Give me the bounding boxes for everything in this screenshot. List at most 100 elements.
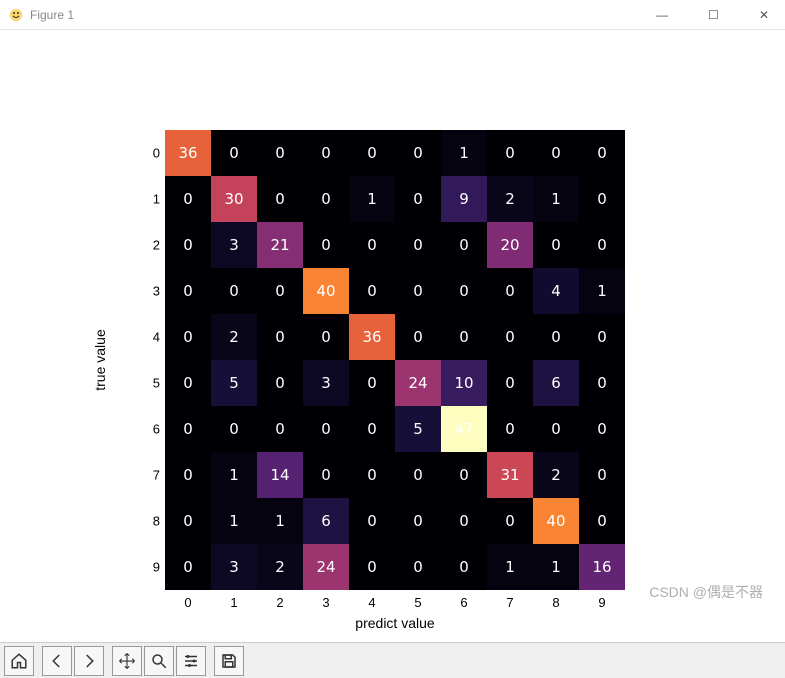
y-tick-label: 5: [140, 376, 160, 391]
heatmap-cell: 0: [533, 406, 579, 452]
configure-button[interactable]: [176, 646, 206, 676]
heatmap-cell: 5: [395, 406, 441, 452]
y-ticks: 0 1 2 3 4 5 6 7 8 9: [140, 130, 160, 590]
heatmap-cell: 0: [441, 498, 487, 544]
y-tick-label: 0: [140, 146, 160, 161]
heatmap-cell: 0: [395, 314, 441, 360]
heatmap-cell: 36: [349, 314, 395, 360]
heatmap-cell: 0: [303, 314, 349, 360]
heatmap-cell: 0: [211, 130, 257, 176]
x-tick-label: 4: [368, 595, 375, 610]
heatmap-cell: 0: [165, 360, 211, 406]
zoom-button[interactable]: [144, 646, 174, 676]
move-icon: [118, 652, 136, 670]
heatmap-cell: 2: [257, 544, 303, 590]
titlebar: Figure 1 — ☐ ✕: [0, 0, 785, 30]
heatmap-cell: 20: [487, 222, 533, 268]
heatmap-cell: 0: [579, 176, 625, 222]
x-tick-label: 2: [276, 595, 283, 610]
heatmap-cell: 0: [165, 176, 211, 222]
x-ticks: 0123456789: [165, 595, 625, 615]
heatmap-cell: 1: [257, 498, 303, 544]
heatmap-cell: 0: [211, 406, 257, 452]
y-axis-label: true value: [92, 329, 108, 390]
save-button[interactable]: [214, 646, 244, 676]
heatmap-cell: 0: [533, 130, 579, 176]
heatmap-cell: 1: [349, 176, 395, 222]
heatmap-cell: 40: [533, 498, 579, 544]
heatmap-cell: 1: [211, 498, 257, 544]
pan-button[interactable]: [112, 646, 142, 676]
sliders-icon: [182, 652, 200, 670]
heatmap-cell: 40: [303, 268, 349, 314]
heatmap-cell: 0: [395, 498, 441, 544]
heatmap-cell: 6: [303, 498, 349, 544]
x-tick-label: 9: [598, 595, 605, 610]
heatmap-cell: 0: [303, 130, 349, 176]
heatmap-cell: 0: [395, 176, 441, 222]
figure-canvas: true value predict value 0123456789 0123…: [0, 30, 785, 642]
heatmap-cell: 0: [533, 222, 579, 268]
heatmap-cell: 2: [211, 314, 257, 360]
heatmap-cell: 0: [441, 544, 487, 590]
heatmap-cell: 1: [487, 544, 533, 590]
heatmap-cell: 0: [349, 544, 395, 590]
y-tick-label: 6: [140, 422, 160, 437]
heatmap-cell: 0: [349, 452, 395, 498]
heatmap-cell: 14: [257, 452, 303, 498]
y-tick-label: 1: [140, 192, 160, 207]
home-button[interactable]: [4, 646, 34, 676]
heatmap-cell: 0: [487, 360, 533, 406]
save-icon: [220, 652, 238, 670]
maximize-button[interactable]: ☐: [700, 6, 727, 24]
y-tick-label: 7: [140, 468, 160, 483]
heatmap-cell: 0: [303, 176, 349, 222]
y-tick-label: 9: [140, 560, 160, 575]
heatmap-cell: 5: [211, 360, 257, 406]
heatmap-cell: 2: [487, 176, 533, 222]
heatmap-cell: 0: [395, 130, 441, 176]
heatmap-cell: 0: [349, 268, 395, 314]
heatmap-cell: 10: [441, 360, 487, 406]
heatmap-cell: 30: [211, 176, 257, 222]
heatmap-cell: 0: [441, 452, 487, 498]
arrow-left-icon: [48, 652, 66, 670]
heatmap-cell: 0: [165, 498, 211, 544]
heatmap-cell: 47: [441, 406, 487, 452]
y-tick-label: 4: [140, 330, 160, 345]
heatmap-cell: 0: [257, 268, 303, 314]
heatmap-cell: 0: [257, 406, 303, 452]
heatmap-cell: 0: [257, 130, 303, 176]
heatmap-cell: 0: [487, 406, 533, 452]
heatmap-cell: 0: [303, 452, 349, 498]
app-icon: [8, 7, 24, 23]
x-axis-label: predict value: [355, 615, 434, 631]
back-button[interactable]: [42, 646, 72, 676]
heatmap-cell: 1: [533, 544, 579, 590]
heatmap-cell: 0: [487, 498, 533, 544]
heatmap-cell: 0: [579, 498, 625, 544]
heatmap-cell: 0: [349, 360, 395, 406]
heatmap-cell: 3: [211, 222, 257, 268]
heatmap-cell: 0: [349, 498, 395, 544]
heatmap-cell: 0: [257, 360, 303, 406]
x-tick-label: 3: [322, 595, 329, 610]
heatmap-cell: 9: [441, 176, 487, 222]
y-tick-label: 8: [140, 514, 160, 529]
y-tick-label: 3: [140, 284, 160, 299]
close-button[interactable]: ✕: [751, 6, 777, 24]
heatmap-cell: 1: [211, 452, 257, 498]
forward-button[interactable]: [74, 646, 104, 676]
heatmap-cell: 0: [487, 130, 533, 176]
heatmap-cell: 1: [579, 268, 625, 314]
heatmap-cell: 0: [395, 222, 441, 268]
minimize-button[interactable]: —: [648, 6, 676, 24]
x-tick-label: 1: [230, 595, 237, 610]
heatmap-cell: 0: [487, 314, 533, 360]
heatmap-cell: 0: [165, 314, 211, 360]
y-tick-label: 2: [140, 238, 160, 253]
x-tick-label: 8: [552, 595, 559, 610]
heatmap-cell: 0: [165, 406, 211, 452]
heatmap-cell: 0: [395, 268, 441, 314]
x-tick-label: 0: [184, 595, 191, 610]
